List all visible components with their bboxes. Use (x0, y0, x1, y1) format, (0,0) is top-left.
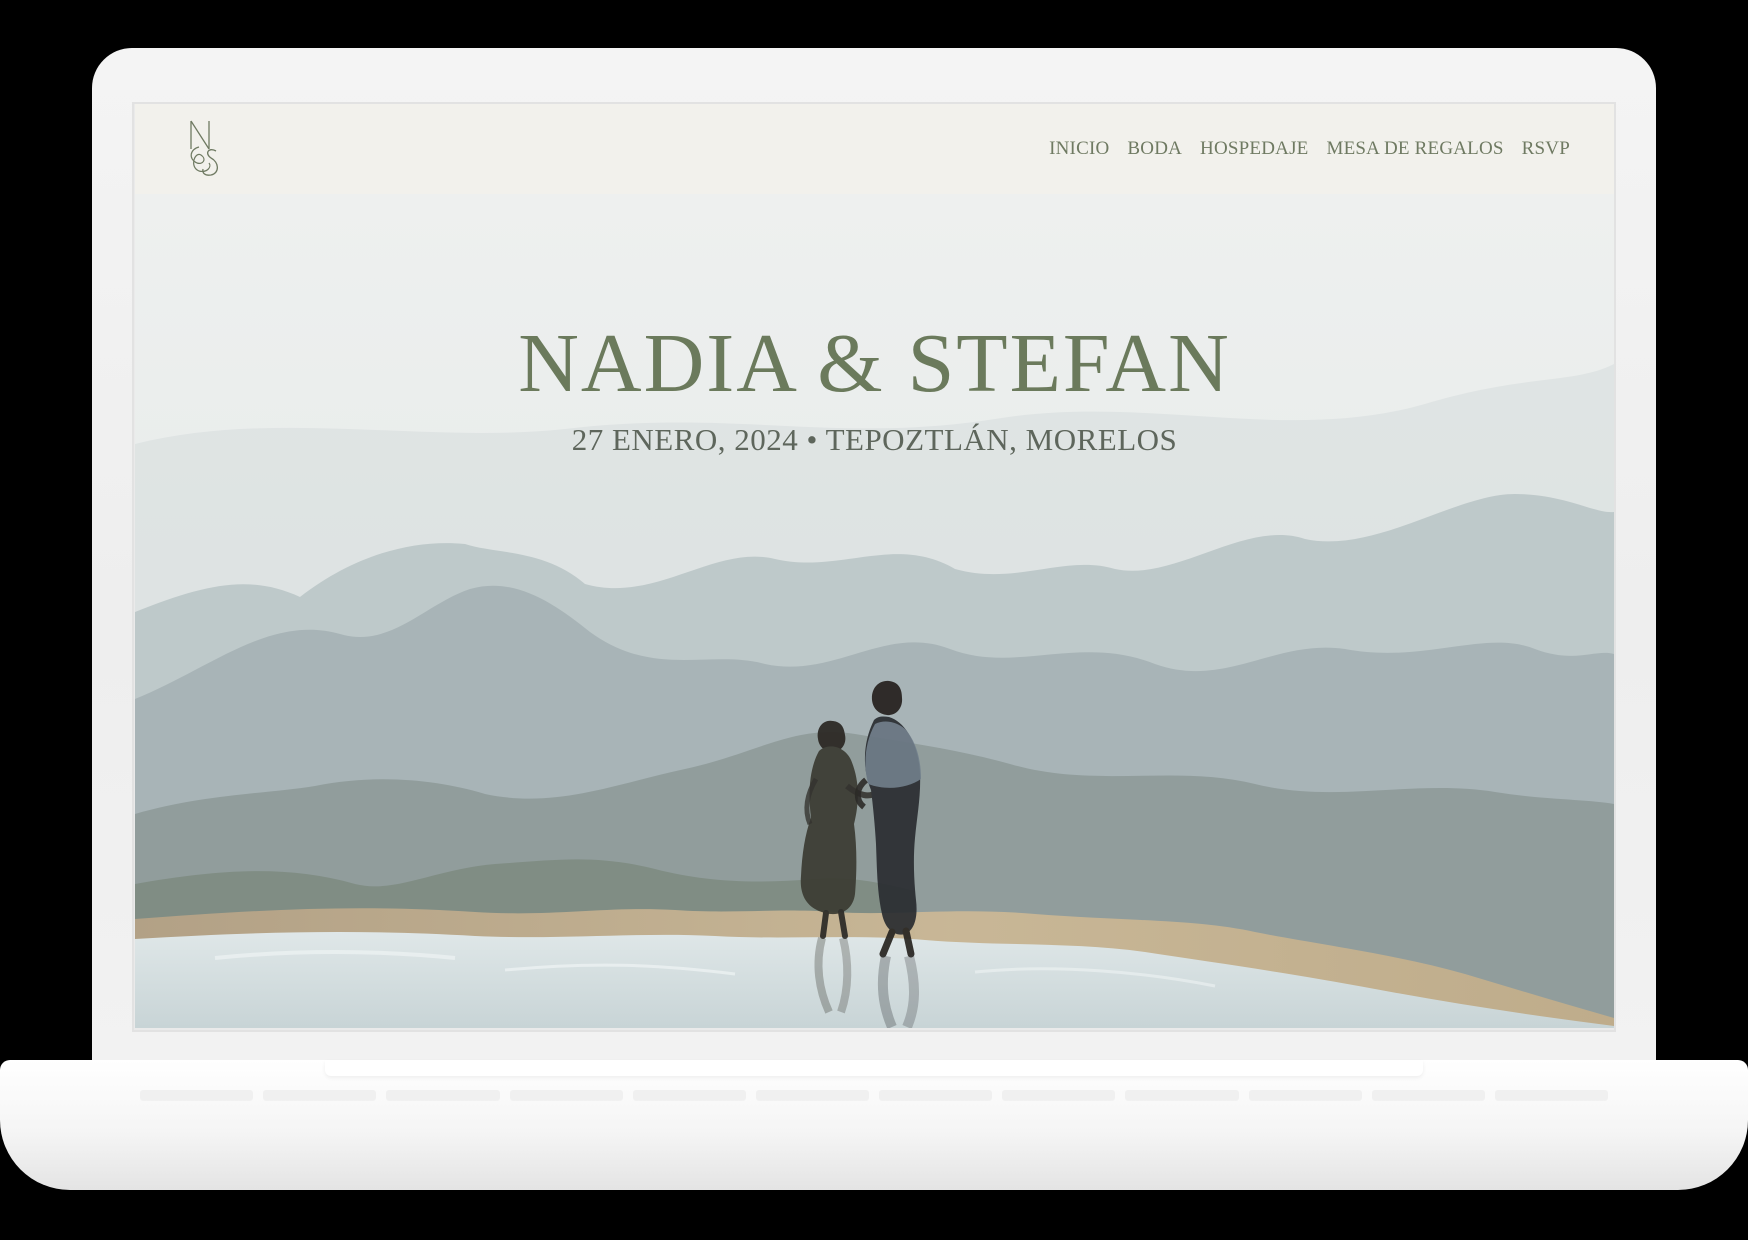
key (1002, 1090, 1116, 1100)
page-stage: INICIO BODA HOSPEDAJE MESA DE REGALOS RS… (0, 0, 1748, 1240)
nav-boda[interactable]: BODA (1127, 138, 1182, 160)
nav-mesa-de-regalos[interactable]: MESA DE REGALOS (1326, 138, 1503, 160)
key (509, 1090, 623, 1100)
key (1494, 1090, 1609, 1100)
laptop-screen: INICIO BODA HOSPEDAJE MESA DE REGALOS RS… (135, 104, 1614, 1028)
key (140, 1090, 254, 1100)
monogram-icon (190, 120, 219, 176)
keyboard (140, 1090, 1609, 1116)
nav-inicio[interactable]: INICIO (1049, 138, 1109, 160)
key (386, 1090, 500, 1100)
laptop-hinge (325, 1060, 1423, 1076)
key (755, 1090, 870, 1100)
monogram-logo[interactable] (181, 113, 229, 185)
key (263, 1090, 377, 1100)
site-header: INICIO BODA HOSPEDAJE MESA DE REGALOS RS… (135, 104, 1614, 194)
hero-subtitle: 27 ENERO, 2024 • TEPOZTLÁN, MORELOS (571, 422, 1178, 457)
key (632, 1090, 746, 1100)
hero-title: NADIA & STEFAN (518, 317, 1231, 410)
key (1371, 1090, 1485, 1100)
main-nav: INICIO BODA HOSPEDAJE MESA DE REGALOS RS… (1049, 138, 1570, 160)
key (1125, 1090, 1239, 1100)
key (1248, 1090, 1362, 1100)
nav-hospedaje[interactable]: HOSPEDAJE (1200, 138, 1308, 160)
hero-section: NADIA & STEFAN 27 ENERO, 2024 • TEPOZTLÁ… (135, 194, 1614, 1028)
nav-rsvp[interactable]: RSVP (1522, 138, 1570, 160)
laptop-base (0, 1060, 1748, 1190)
key (879, 1090, 993, 1100)
